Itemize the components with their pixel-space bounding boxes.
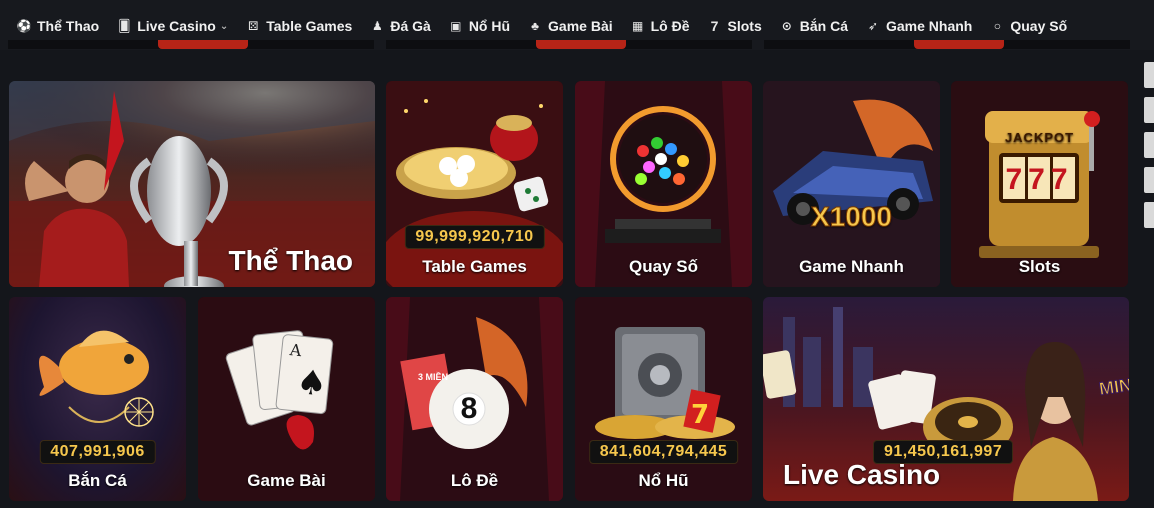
nav-item-da-ga[interactable]: ♟ Đá Gà — [361, 12, 439, 40]
nav-label: Table Games — [266, 18, 353, 34]
hidden-button-strip[interactable] — [158, 40, 248, 49]
svg-text:♠: ♠ — [294, 362, 328, 405]
nav-label: Nổ Hũ — [468, 18, 511, 34]
club-icon: ♣ — [531, 19, 539, 33]
rocket-icon: ➶ — [867, 19, 879, 33]
ticket-label: 3 MIỀN — [417, 372, 448, 382]
category-nav: ⚽ Thể Thao 🂠 Live Casino ⌄ ⚄ Table Games… — [8, 12, 1076, 40]
tile-the-thao[interactable]: Thể Thao — [9, 81, 375, 287]
nav-item-game-nhanh[interactable]: ➶ Game Nhanh — [857, 12, 981, 40]
tile-table-games[interactable]: 99,999,920,710 Table Games — [386, 81, 563, 287]
side-scroll-indicator[interactable] — [1144, 62, 1154, 237]
tile-label: Thể Thao — [228, 245, 353, 276]
lottery-icon: ▦ — [631, 19, 644, 33]
tile-lo-de[interactable]: 3 MIỀN 8 Lô Đề — [386, 297, 563, 501]
soccer-ball-icon: ⚽ — [16, 19, 32, 33]
tile-label: Game Nhanh — [799, 257, 904, 276]
tile-quay-so[interactable]: Quay Số — [575, 81, 752, 287]
hidden-button-strip[interactable] — [536, 40, 626, 49]
circle-icon: ○ — [993, 19, 1001, 33]
nav-item-table-games[interactable]: ⚄ Table Games — [237, 12, 361, 40]
tile-label: Game Bài — [247, 471, 326, 490]
tile-label: Bắn Cá — [68, 471, 127, 490]
target-icon: ⊙ — [781, 19, 792, 33]
nav-item-the-thao[interactable]: ⚽ Thể Thao — [8, 12, 108, 40]
chevron-down-icon: ⌄ — [219, 20, 229, 32]
tile-label: Table Games — [422, 257, 527, 276]
nav-item-slots[interactable]: 7 Slots — [699, 12, 771, 40]
tile-label: Live Casino — [783, 459, 941, 490]
tile-label: Lô Đề — [450, 471, 499, 490]
nav-item-ban-ca[interactable]: ⊙ Bắn Cá — [771, 12, 857, 40]
nav-item-lo-de[interactable]: ▦ Lô Đề — [622, 12, 699, 40]
reel-sevens: 777 — [1005, 163, 1074, 196]
tile-no-hu[interactable]: 7 841,604,794,445 Nổ Hũ — [575, 297, 752, 501]
scroll-tick[interactable] — [1144, 167, 1154, 193]
jackpot-sign: JACKPOT — [1004, 130, 1075, 145]
rooster-icon: ♟ — [371, 19, 383, 33]
tile-game-bai[interactable]: A ♠ Game Bài — [198, 297, 375, 501]
nav-label: Bắn Cá — [799, 18, 848, 34]
nav-item-game-bai[interactable]: ♣ Game Bài — [519, 12, 622, 40]
tile-label: Nổ Hũ — [638, 471, 689, 490]
nav-label: Thể Thao — [37, 18, 100, 34]
nav-item-quay-so[interactable]: ○ Quay Số — [981, 12, 1076, 40]
tile-label: Quay Số — [629, 257, 698, 276]
jackpot-counter: 407,991,906 — [39, 440, 156, 464]
scroll-tick[interactable] — [1144, 132, 1154, 158]
seven-icon: 7 — [710, 18, 719, 34]
svg-text:7: 7 — [691, 400, 709, 430]
multiplier-badge: X1000 — [811, 201, 893, 233]
nav-label: Lô Đề — [650, 18, 690, 34]
top-navigation: ⚽ Thể Thao 🂠 Live Casino ⌄ ⚄ Table Games… — [0, 0, 1154, 50]
nav-label: Game Nhanh — [885, 18, 973, 34]
jackpot-counter: 841,604,794,445 — [588, 440, 739, 464]
tile-game-nhanh[interactable]: X1000 Game Nhanh — [763, 81, 940, 287]
nav-label: Live Casino — [137, 18, 216, 34]
tile-live-casino[interactable]: 91,450,161,997 Live Casino MIN GAME — [763, 297, 1129, 501]
nav-item-live-casino[interactable]: 🂠 Live Casino ⌄ — [108, 12, 237, 40]
card-icon: 🂠 — [118, 19, 131, 33]
svg-text:A: A — [288, 340, 303, 360]
nav-label: Quay Số — [1010, 18, 1068, 34]
min-game-logo: MIN GAME — [1099, 377, 1129, 429]
eight-ball-number: 8 — [460, 392, 478, 425]
tile-slots[interactable]: JACKPOT 777 Slots — [951, 81, 1128, 287]
hidden-button-strip[interactable] — [914, 40, 1004, 49]
jackpot-counter: 99,999,920,710 — [404, 225, 545, 249]
nav-item-no-hu[interactable]: ▣ Nổ Hũ — [440, 12, 519, 40]
scroll-tick[interactable] — [1144, 97, 1154, 123]
dice-icon: ⚄ — [248, 19, 259, 33]
nav-label: Game Bài — [548, 18, 613, 34]
tile-ban-ca[interactable]: 407,991,906 Bắn Cá — [9, 297, 186, 501]
logo-text: MIN GAME — [1099, 377, 1129, 399]
nav-label: Slots — [727, 18, 762, 34]
nav-label: Đá Gà — [390, 18, 431, 34]
scroll-tick[interactable] — [1144, 62, 1154, 88]
slot-machine-icon: ▣ — [450, 19, 462, 33]
tile-label: Slots — [1018, 257, 1061, 276]
scroll-tick[interactable] — [1144, 202, 1154, 228]
